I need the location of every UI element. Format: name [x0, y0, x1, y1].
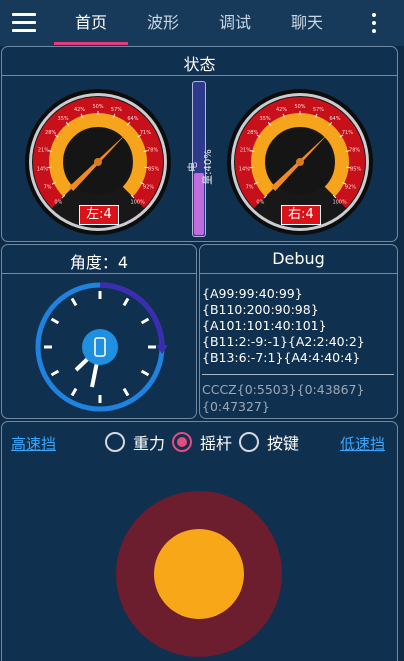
debug-divider: [202, 374, 394, 375]
right-gauge-tick-label: 85%: [350, 166, 361, 172]
dial-tick: [124, 299, 128, 306]
debug-line: {B13:6:-7:1}{A4:4:40:4}: [202, 350, 360, 365]
top-app-bar: 首页 波形 调试 聊天: [0, 0, 404, 46]
left-gauge-tick-label: 57%: [111, 107, 122, 113]
battery-bar: 电量:40%: [192, 81, 206, 237]
left-gauge-tick-label: 42%: [74, 107, 85, 113]
right-gauge-tick-label: 71%: [342, 130, 353, 136]
left-gauge-tick-label: 64%: [127, 116, 138, 122]
left-gauge-tick-label: 85%: [148, 166, 159, 172]
angle-dial: [33, 280, 167, 414]
right-gauge-tick-label: 100%: [332, 200, 347, 206]
joystick-knob[interactable]: [154, 529, 244, 619]
active-tab-indicator: [54, 42, 128, 45]
dial-tick: [72, 389, 76, 396]
right-gauge-tick-label: 0%: [256, 200, 264, 206]
status-title: 状态: [2, 51, 397, 75]
tab-debug[interactable]: 调试: [202, 0, 268, 46]
dial-tick: [52, 319, 59, 323]
dial-tick: [142, 319, 149, 323]
left-gauge-tick-label: 100%: [130, 200, 145, 206]
left-gauge-tick-label: 0%: [54, 200, 62, 206]
left-gauge-tick-label: 35%: [58, 116, 69, 122]
right-gauge-tick-label: 57%: [313, 107, 324, 113]
left-gauge-tick-label: 92%: [143, 184, 154, 190]
cccz-line: CCCZ{0:5503}{0:43867}: [202, 382, 364, 397]
phone-icon-badge: [82, 329, 118, 365]
low-gear-link[interactable]: 低速挡: [340, 431, 385, 457]
left-gauge-tick-label: 71%: [140, 130, 151, 136]
radio-gravity-label[interactable]: 重力: [133, 431, 165, 457]
right-gauge-tick-label: 35%: [260, 116, 271, 122]
battery-text: 电量:40%: [184, 147, 214, 187]
right-gauge-tick-label: 21%: [240, 148, 251, 154]
tab-home[interactable]: 首页: [58, 0, 124, 46]
radio-gravity[interactable]: [105, 432, 125, 452]
left-gauge-label: 左:4: [79, 205, 119, 225]
right-gauge-tick-label: 42%: [276, 107, 287, 113]
dial-tick: [72, 299, 76, 306]
left-gauge-needle-pivot: [94, 158, 102, 166]
debug-line: {B110:200:90:98}: [202, 302, 319, 317]
left-gauge-tick-label: 78%: [147, 148, 158, 154]
divider: [2, 273, 196, 274]
right-gauge-tick-label: 50%: [294, 104, 305, 110]
radio-joystick[interactable]: [172, 432, 192, 452]
dial-tick: [124, 389, 128, 396]
left-gauge-tick-label: 14%: [37, 166, 48, 172]
right-gauge-needle-pivot: [296, 158, 304, 166]
angle-title: 角度：4: [2, 249, 196, 273]
right-gauge-tick-label: 14%: [239, 166, 250, 172]
right-gauge-tick-label: 7%: [246, 184, 254, 190]
right-gauge-label: 右:4: [281, 205, 321, 225]
dial-tick: [52, 371, 59, 375]
more-vertical-icon[interactable]: [364, 8, 384, 38]
left-gauge-tick-label: 50%: [92, 104, 103, 110]
debug-line: {B11:2:-9:-1}{A2:2:40:2}: [202, 334, 365, 349]
radio-joystick-label[interactable]: 摇杆: [200, 431, 232, 457]
left-gauge-tick-label: 21%: [38, 148, 49, 154]
debug-title: Debug: [200, 249, 397, 268]
divider: [200, 273, 397, 274]
divider: [2, 75, 397, 76]
tab-waveform[interactable]: 波形: [130, 0, 196, 46]
left-gauge-tick-label: 7%: [44, 184, 52, 190]
high-gear-link[interactable]: 高速挡: [11, 431, 56, 457]
tab-chat[interactable]: 聊天: [274, 0, 340, 46]
debug-line: {A99:99:40:99}: [202, 286, 303, 301]
dial-tick: [142, 371, 149, 375]
radio-keys[interactable]: [239, 432, 259, 452]
right-gauge-tick-label: 92%: [345, 184, 356, 190]
right-gauge-tick-label: 78%: [349, 148, 360, 154]
radio-keys-label[interactable]: 按键: [267, 431, 299, 457]
debug-line: {A101:101:40:101}: [202, 318, 327, 333]
hamburger-menu-icon[interactable]: [8, 7, 40, 39]
cccz-line: {0:47327}: [202, 399, 270, 414]
dial-arrow: [156, 345, 167, 354]
right-gauge-tick-label: 64%: [329, 116, 340, 122]
